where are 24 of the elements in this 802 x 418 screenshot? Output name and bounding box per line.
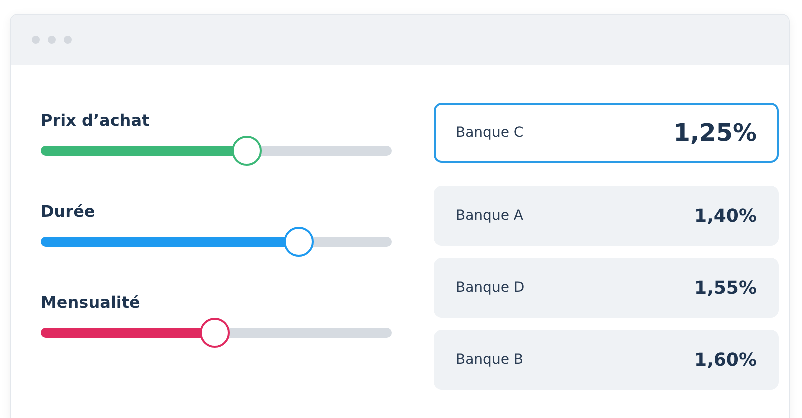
slider-track[interactable]: [41, 146, 392, 156]
offer-card[interactable]: Banque A 1,40%: [434, 186, 779, 246]
rate-value: 1,40%: [694, 206, 757, 226]
window-dot-icon: [64, 36, 72, 44]
bank-name: Banque D: [456, 280, 525, 296]
slider-thumb[interactable]: [284, 227, 314, 257]
rate-value: 1,60%: [694, 350, 757, 370]
window-dot-icon: [32, 36, 40, 44]
slider-track[interactable]: [41, 237, 392, 247]
rate-value: 1,25%: [674, 119, 757, 147]
offer-card[interactable]: Banque D 1,55%: [434, 258, 779, 318]
rate-value: 1,55%: [694, 278, 757, 298]
offer-card[interactable]: Banque B 1,60%: [434, 330, 779, 390]
slider-thumb[interactable]: [232, 136, 262, 166]
slider-track[interactable]: [41, 328, 392, 338]
bank-name: Banque B: [456, 352, 524, 368]
offer-card[interactable]: Banque C 1,25%: [434, 103, 779, 163]
slider-label: Durée: [41, 202, 96, 221]
bank-name: Banque A: [456, 208, 524, 224]
slider-label: Prix d’achat: [41, 111, 151, 130]
slider-thumb[interactable]: [200, 318, 230, 348]
slider-label: Mensualité: [41, 293, 142, 312]
bank-name: Banque C: [456, 125, 524, 141]
window-dot-icon: [48, 36, 56, 44]
